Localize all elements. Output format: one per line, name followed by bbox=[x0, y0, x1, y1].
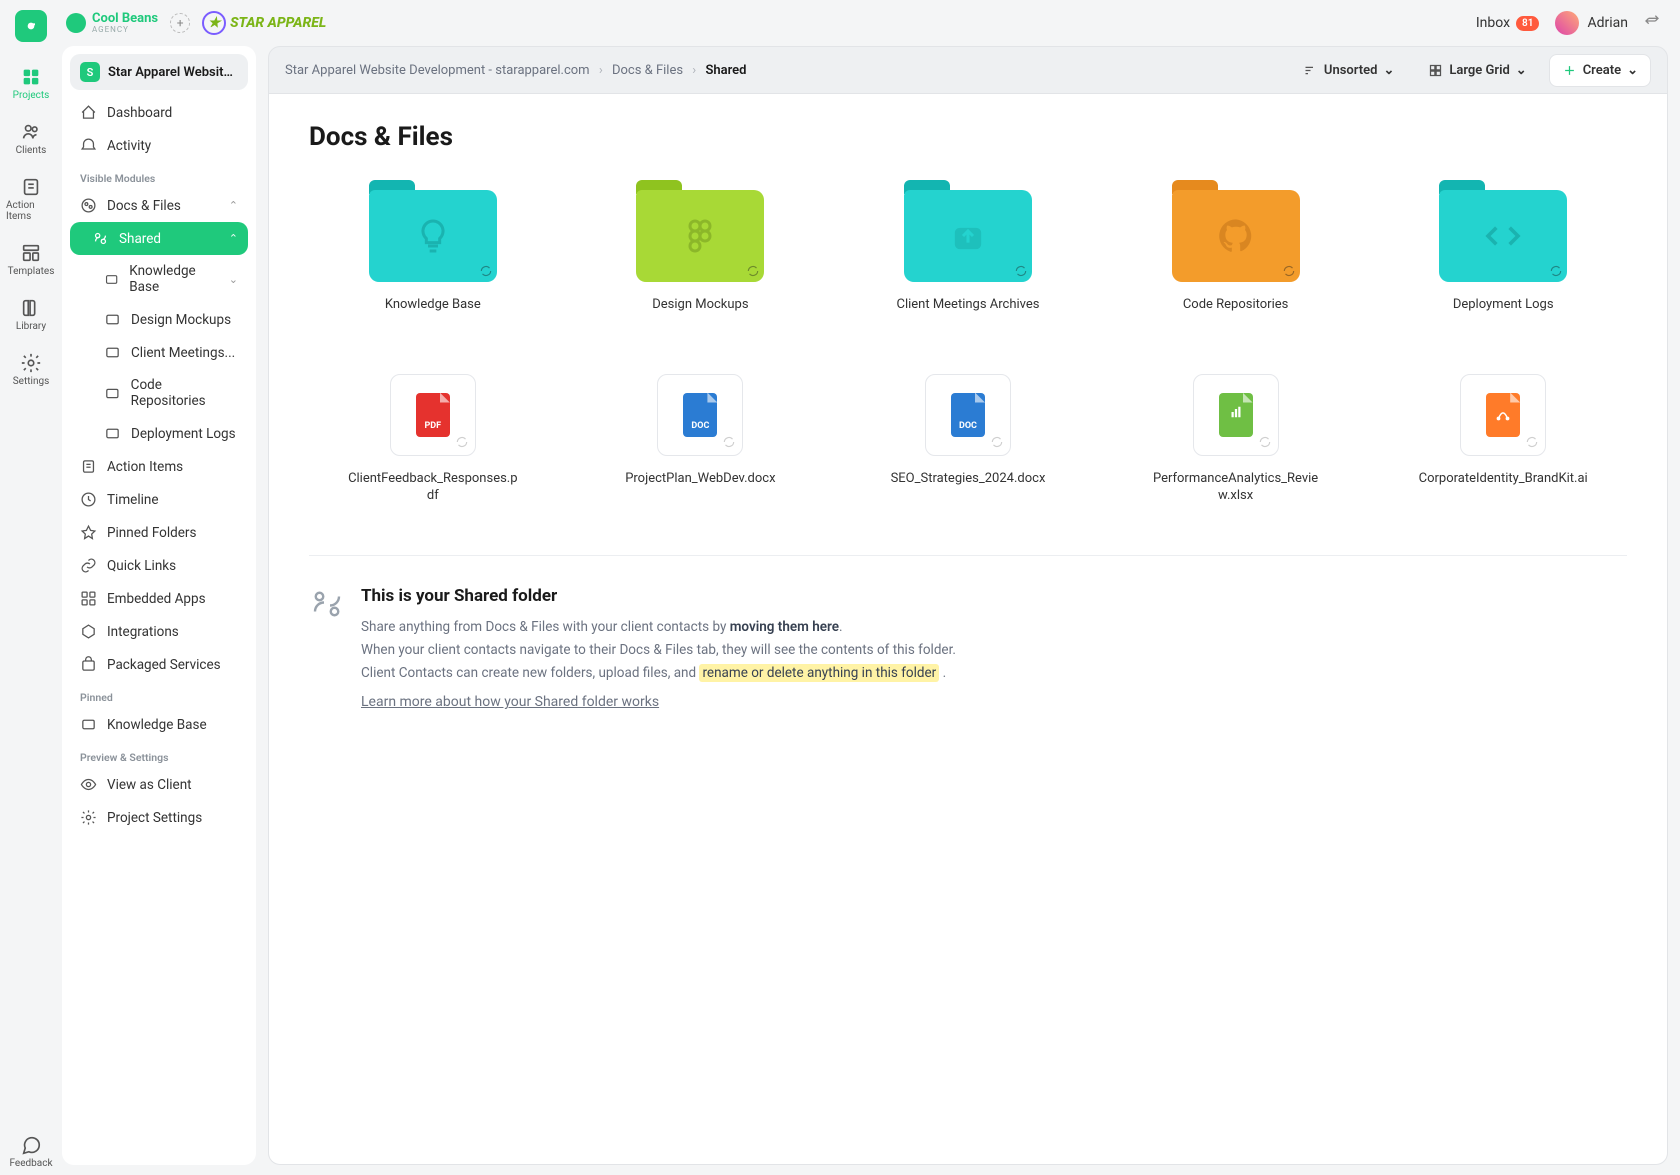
rail-action-items[interactable]: Action Items bbox=[6, 170, 56, 228]
sidebar-design-mockups[interactable]: Design Mockups bbox=[70, 303, 248, 336]
main-area: Star Apparel Website Development - stara… bbox=[268, 46, 1668, 1165]
file-name: CorporateIdentity_BrandKit.ai bbox=[1419, 470, 1588, 488]
rail-settings[interactable]: Settings bbox=[6, 346, 56, 393]
folder-item[interactable]: Design Mockups bbox=[577, 180, 825, 314]
main-header: Star Apparel Website Development - stara… bbox=[268, 46, 1668, 94]
section-preview-settings: Preview & Settings bbox=[70, 741, 248, 768]
sidebar-client-meetings[interactable]: Client Meetings... bbox=[70, 336, 248, 369]
folder-name: Knowledge Base bbox=[385, 296, 481, 314]
sidebar-docs-files[interactable]: Docs & Files ⌃ bbox=[70, 189, 248, 222]
sidebar-view-as-client[interactable]: View as Client bbox=[70, 768, 248, 801]
chevron-up-icon: ⌃ bbox=[229, 232, 238, 245]
star-icon: ★ bbox=[202, 11, 226, 35]
sidebar-timeline[interactable]: Timeline bbox=[70, 483, 248, 516]
folder-item[interactable]: Client Meetings Archives bbox=[844, 180, 1092, 314]
sidebar-shared[interactable]: Shared ⌃ bbox=[70, 222, 248, 255]
share-icon bbox=[309, 586, 345, 622]
chevron-down-icon: ⌄ bbox=[1627, 63, 1638, 78]
breadcrumb[interactable]: Star Apparel Website Development - stara… bbox=[285, 63, 746, 78]
folder-icon bbox=[904, 180, 1032, 282]
file-thumbnail: PDF bbox=[390, 374, 476, 456]
file-thumbnail bbox=[1193, 374, 1279, 456]
project-sidebar: S Star Apparel Website Dev... Dashboard … bbox=[62, 46, 256, 1165]
sidebar-knowledge-base[interactable]: Knowledge Base ⌄ bbox=[70, 255, 248, 303]
sidebar-pinned-kb[interactable]: Knowledge Base bbox=[70, 708, 248, 741]
sidebar-packaged-services[interactable]: Packaged Services bbox=[70, 648, 248, 681]
file-name: ProjectPlan_WebDev.docx bbox=[625, 470, 775, 488]
sidebar-pinned-folders[interactable]: Pinned Folders bbox=[70, 516, 248, 549]
sidebar-dashboard[interactable]: Dashboard bbox=[70, 96, 248, 129]
inbox-button[interactable]: Inbox 81 bbox=[1476, 15, 1540, 31]
agency-selector[interactable]: Cool Beans AGENCY bbox=[66, 12, 158, 34]
app-logo[interactable] bbox=[15, 10, 47, 42]
folder-icon bbox=[1439, 180, 1567, 282]
top-bar: Cool Beans AGENCY + ★ STAR APPAREL Inbox… bbox=[62, 0, 1680, 46]
rail-feedback[interactable]: Feedback bbox=[6, 1128, 56, 1175]
file-thumbnail bbox=[1460, 374, 1546, 456]
folder-item[interactable]: Code Repositories bbox=[1112, 180, 1360, 314]
sidebar-embedded-apps[interactable]: Embedded Apps bbox=[70, 582, 248, 615]
chevron-up-icon: ⌃ bbox=[229, 199, 238, 212]
sidebar-code-repos[interactable]: Code Repositories bbox=[70, 369, 248, 417]
folder-icon bbox=[369, 180, 497, 282]
view-mode-button[interactable]: Large Grid ⌄ bbox=[1416, 55, 1538, 86]
sidebar-quick-links[interactable]: Quick Links bbox=[70, 549, 248, 582]
file-name: SEO_Strategies_2024.docx bbox=[891, 470, 1046, 488]
rail-projects[interactable]: Projects bbox=[6, 60, 56, 107]
rail-library[interactable]: Library bbox=[6, 291, 56, 338]
file-thumbnail: DOC bbox=[657, 374, 743, 456]
folder-name: Deployment Logs bbox=[1453, 296, 1554, 314]
folder-name: Code Repositories bbox=[1183, 296, 1289, 314]
shared-folder-info: This is your Shared folder Share anythin… bbox=[309, 555, 1627, 711]
client-brand[interactable]: ★ STAR APPAREL bbox=[202, 11, 326, 35]
folder-name: Client Meetings Archives bbox=[896, 296, 1039, 314]
folder-item[interactable]: Deployment Logs bbox=[1379, 180, 1627, 314]
file-item[interactable]: PDF ClientFeedback_Responses.pdf bbox=[309, 374, 557, 505]
folder-name: Design Mockups bbox=[652, 296, 748, 314]
section-visible-modules: Visible Modules bbox=[70, 162, 248, 189]
left-rail: Projects Clients Action Items Templates … bbox=[0, 0, 62, 1175]
chevron-down-icon: ⌄ bbox=[1383, 63, 1394, 78]
sidebar-action-items[interactable]: Action Items bbox=[70, 450, 248, 483]
file-name: PerformanceAnalytics_Review.xlsx bbox=[1151, 470, 1321, 505]
folder-icon bbox=[1172, 180, 1300, 282]
sidebar-deployment-logs[interactable]: Deployment Logs bbox=[70, 417, 248, 450]
content-area: Docs & Files Knowledge Base Design Mocku… bbox=[268, 94, 1668, 1165]
sidebar-activity[interactable]: Activity bbox=[70, 129, 248, 162]
switch-icon[interactable] bbox=[1644, 13, 1660, 33]
file-name: ClientFeedback_Responses.pdf bbox=[348, 470, 518, 505]
file-grid: Knowledge Base Design Mockups Client Mee… bbox=[309, 180, 1627, 505]
sidebar-project-settings[interactable]: Project Settings bbox=[70, 801, 248, 834]
page-title: Docs & Files bbox=[309, 122, 1627, 152]
folder-icon bbox=[636, 180, 764, 282]
learn-more-link[interactable]: Learn more about how your Shared folder … bbox=[361, 694, 659, 710]
file-thumbnail: DOC bbox=[925, 374, 1011, 456]
section-pinned: Pinned bbox=[70, 681, 248, 708]
project-selector[interactable]: S Star Apparel Website Dev... bbox=[70, 54, 248, 90]
file-item[interactable]: CorporateIdentity_BrandKit.ai bbox=[1379, 374, 1627, 505]
agency-logo-icon bbox=[66, 13, 86, 33]
rail-templates[interactable]: Templates bbox=[6, 236, 56, 283]
add-workspace-button[interactable]: + bbox=[170, 13, 190, 33]
inbox-badge: 81 bbox=[1516, 16, 1539, 31]
file-item[interactable]: DOC SEO_Strategies_2024.docx bbox=[844, 374, 1092, 505]
avatar bbox=[1555, 11, 1579, 35]
sort-button[interactable]: Unsorted ⌄ bbox=[1291, 55, 1406, 86]
chevron-down-icon: ⌄ bbox=[1516, 63, 1527, 78]
user-menu[interactable]: Adrian bbox=[1555, 11, 1628, 35]
file-item[interactable]: DOC ProjectPlan_WebDev.docx bbox=[577, 374, 825, 505]
sidebar-integrations[interactable]: Integrations bbox=[70, 615, 248, 648]
chevron-down-icon: ⌄ bbox=[229, 273, 238, 286]
folder-item[interactable]: Knowledge Base bbox=[309, 180, 557, 314]
file-item[interactable]: PerformanceAnalytics_Review.xlsx bbox=[1112, 374, 1360, 505]
create-button[interactable]: Create ⌄ bbox=[1549, 54, 1651, 87]
rail-clients[interactable]: Clients bbox=[6, 115, 56, 162]
